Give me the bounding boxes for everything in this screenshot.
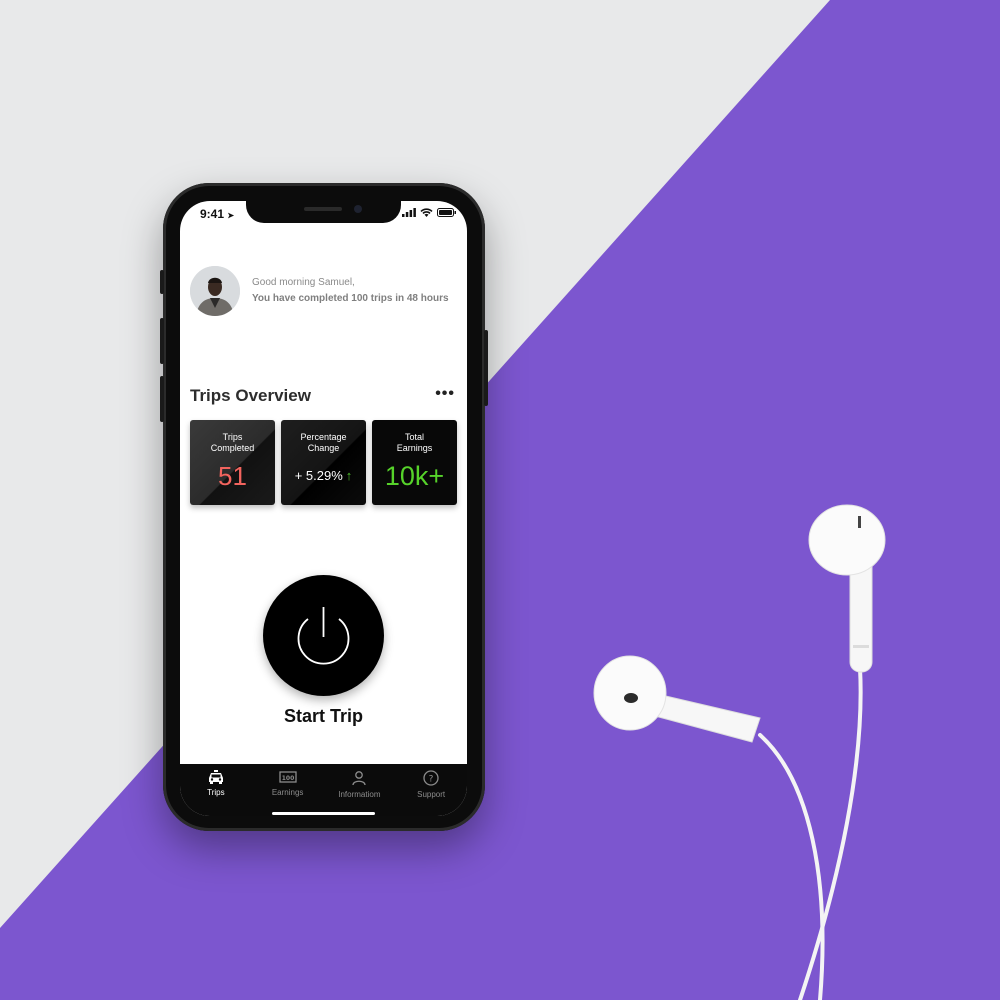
more-options-button[interactable]: •••	[435, 386, 455, 402]
total-earnings-value: 10k+	[384, 461, 445, 491]
tab-label: Informatiom	[338, 790, 381, 799]
tab-bar: Trips 100 Earnings Informatiom ? Support	[180, 764, 467, 816]
start-trip-button[interactable]	[263, 575, 384, 696]
car-icon	[208, 770, 223, 784]
phone-screen: 9:41 ➤ Good morning Samuel, You have com…	[180, 201, 467, 816]
person-icon	[352, 771, 367, 786]
phone-power-button	[484, 330, 488, 406]
tab-label: Earnings	[271, 788, 304, 797]
help-icon: ?	[423, 770, 439, 786]
cash-icon: 100	[278, 771, 297, 783]
total-earnings-card[interactable]: Total Earnings 10k+	[372, 420, 457, 505]
phone-side-button	[160, 270, 164, 294]
signal-icon	[402, 208, 416, 217]
trips-completed-card[interactable]: Trips Completed 51	[190, 420, 275, 505]
card-label: Percentage Change	[300, 432, 347, 453]
card-label: Trips Completed	[210, 432, 255, 453]
tab-label: Support	[417, 790, 446, 799]
home-indicator[interactable]	[272, 812, 375, 815]
greeting-text: Good morning Samuel, You have completed …	[252, 275, 449, 307]
card-label: Total Earnings	[396, 432, 433, 453]
tab-information[interactable]: Informatiom	[324, 764, 396, 816]
percentage-change-card[interactable]: Percentage Change + 5.29% ↑	[281, 420, 366, 505]
background-scene	[0, 0, 1000, 1000]
percentage-change-value: + 5.29% ↑	[281, 468, 366, 483]
section-title: Trips Overview	[190, 386, 311, 405]
percentage-text: + 5.29%	[294, 468, 343, 483]
arrow-up-icon: ↑	[345, 468, 353, 483]
tab-trips[interactable]: Trips	[180, 764, 252, 816]
battery-icon	[437, 208, 456, 217]
profile-photo	[190, 266, 240, 316]
phone-volume-up	[160, 318, 164, 364]
front-camera	[354, 205, 362, 213]
status-icons	[402, 208, 457, 217]
avatar[interactable]	[190, 266, 240, 316]
overview-cards: Trips Completed 51 Percentage Change + 5…	[190, 420, 457, 505]
notch	[246, 201, 401, 223]
status-time: 9:41 ➤	[200, 207, 235, 221]
svg-text:100: 100	[281, 775, 294, 782]
power-icon	[297, 607, 350, 665]
greeting-section: Good morning Samuel, You have completed …	[190, 266, 449, 316]
phone-volume-down	[160, 376, 164, 422]
trip-summary: You have completed 100 trips in 48 hours	[252, 293, 449, 304]
tab-earnings[interactable]: 100 Earnings	[252, 764, 324, 816]
wifi-icon	[420, 208, 433, 217]
location-icon: ➤	[227, 211, 235, 220]
start-trip-label[interactable]: Start Trip	[180, 706, 467, 727]
greeting-line: Good morning Samuel,	[252, 277, 355, 288]
tab-label: Trips	[207, 788, 225, 797]
speaker	[304, 207, 342, 211]
svg-text:?: ?	[429, 775, 434, 785]
tab-support[interactable]: ? Support	[395, 764, 467, 816]
trips-completed-value: 51	[218, 461, 247, 491]
